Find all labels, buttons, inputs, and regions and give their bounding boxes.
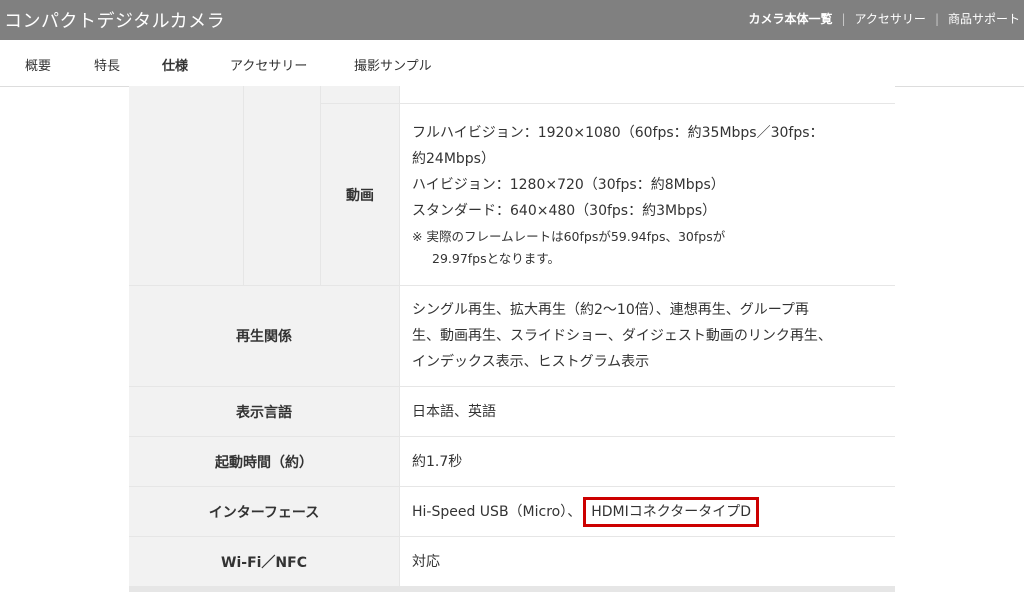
spec-row-header-partial (321, 86, 399, 103)
spec-row-header-movie: 動画 (321, 104, 399, 285)
link-separator: | (934, 11, 939, 26)
tab-overview[interactable]: 概要 (25, 55, 51, 74)
wifi-value: 対応 (412, 553, 440, 570)
spec-table: 動画 フルハイビジョン：1920×1080（60fps：約35Mbps／30fp… (129, 86, 895, 592)
spec-row-value-wifi: 対応 (400, 537, 895, 586)
startup-value: 約1.7秒 (412, 453, 463, 470)
playback-line: 生、動画再生、スライドショー、ダイジェスト動画のリンク再生、 (412, 328, 832, 344)
tab-accessories[interactable]: アクセサリー (230, 55, 307, 74)
spec-row-value-language: 日本語、英語 (400, 387, 895, 436)
wifi-label: Wi-Fi／NFC (221, 554, 307, 571)
spec-row-header-wifi: Wi-Fi／NFC (129, 537, 399, 586)
tab-features[interactable]: 特長 (94, 55, 120, 74)
spec-row-value-partial (400, 86, 895, 103)
movie-note-line: 29.97fpsとなります。 (432, 250, 561, 266)
spec-row-value-movie: フルハイビジョン：1920×1080（60fps：約35Mbps／30fps： … (400, 104, 895, 285)
tab-sample-photos[interactable]: 撮影サンプル (354, 55, 432, 74)
interface-value: Hi-Speed USB（Micro）、 HDMIコネクタータイプD (412, 496, 883, 527)
startup-label: 起動時間（約） (215, 454, 313, 471)
top-links: カメラ本体一覧 | アクセサリー | 商品サポート (748, 10, 1020, 27)
spec-group-header (129, 86, 243, 285)
interface-usb: Hi-Speed USB（Micro）、 (412, 503, 582, 520)
spec-row-value-playback: シングル再生、拡大再生（約2～10倍）、連想再生、グループ再 生、動画再生、スラ… (400, 286, 895, 386)
tab-navigation: 概要 特長 仕様 アクセサリー 撮影サンプル (0, 40, 1024, 87)
movie-note: ※ 実際のフレームレートは60fpsが59.94fps、30fpsが 29.97… (412, 226, 883, 270)
playback-line: インデックス表示、ヒストグラム表示 (412, 354, 650, 370)
top-bar: コンパクトデジタルカメラ カメラ本体一覧 | アクセサリー | 商品サポート (0, 0, 1024, 40)
spec-row-header-interface: インターフェース (129, 487, 399, 536)
spec-subgroup-header (244, 86, 320, 285)
spec-row-value-startup: 約1.7秒 (400, 437, 895, 486)
spec-row-header-language: 表示言語 (129, 387, 399, 436)
site-title[interactable]: コンパクトデジタルカメラ (4, 7, 225, 33)
tab-specifications[interactable]: 仕様 (162, 55, 188, 74)
playback-label: 再生関係 (236, 329, 292, 345)
language-value: 日本語、英語 (412, 403, 496, 420)
movie-line: フルハイビジョン：1920×1080（60fps：約35Mbps／30fps： (412, 124, 824, 141)
playback-line: シングル再生、拡大再生（約2～10倍）、連想再生、グループ再 (412, 302, 809, 318)
language-label: 表示言語 (236, 404, 292, 421)
camera-list-link[interactable]: カメラ本体一覧 (748, 10, 832, 27)
link-separator: | (841, 11, 846, 26)
interface-hdmi-highlight: HDMIコネクタータイプD (583, 496, 759, 527)
support-link[interactable]: 商品サポート (948, 10, 1020, 27)
accessories-link[interactable]: アクセサリー (855, 10, 926, 27)
movie-line: スタンダード：640×480（30fps：約3Mbps） (412, 202, 717, 219)
spec-row-header-startup: 起動時間（約） (129, 437, 399, 486)
spec-row-header-playback: 再生関係 (129, 286, 399, 386)
movie-label: 動画 (346, 187, 374, 204)
movie-note-line: ※ 実際のフレームレートは60fpsが59.94fps、30fpsが (412, 228, 726, 244)
movie-line: 約24Mbps） (412, 150, 495, 167)
interface-label: インターフェース (208, 504, 320, 521)
spec-row-value-interface: Hi-Speed USB（Micro）、 HDMIコネクタータイプD (400, 487, 895, 536)
movie-line: ハイビジョン：1280×720（30fps：約8Mbps） (412, 176, 725, 193)
